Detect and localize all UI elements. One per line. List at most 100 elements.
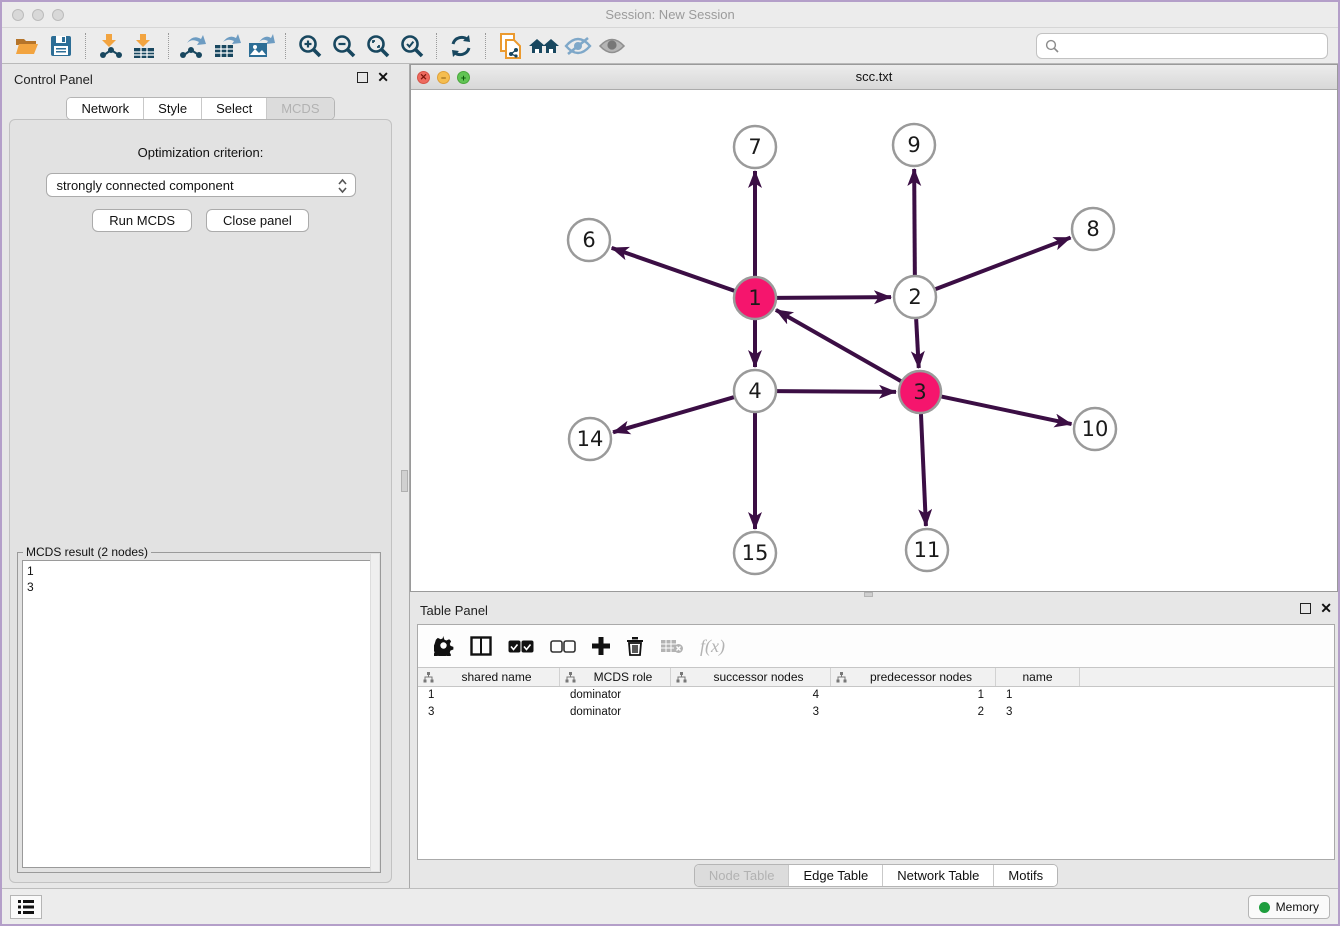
cell-mcds-role[interactable]: dominator xyxy=(560,687,671,704)
edge-1-6[interactable] xyxy=(612,248,735,291)
optimization-criterion-label: Optimization criterion: xyxy=(10,145,391,160)
graph-node-8[interactable]: 8 xyxy=(1072,208,1114,250)
edge-2-3[interactable] xyxy=(916,319,919,368)
search-field[interactable] xyxy=(1036,33,1328,59)
deselect-all-checkboxes-button[interactable] xyxy=(550,640,576,653)
delete-table-button[interactable] xyxy=(660,638,684,654)
edge-4-14[interactable] xyxy=(613,397,734,432)
task-history-button[interactable] xyxy=(10,895,42,919)
float-panel-icon[interactable] xyxy=(1300,603,1311,614)
vertical-splitter[interactable] xyxy=(399,64,410,890)
graph-node-11[interactable]: 11 xyxy=(906,529,948,571)
graph-node-4[interactable]: 4 xyxy=(734,370,776,412)
dropdown-stepper-icon xyxy=(338,178,347,197)
memory-button[interactable]: Memory xyxy=(1248,895,1330,919)
graph-node-15[interactable]: 15 xyxy=(734,532,776,574)
edge-4-3[interactable] xyxy=(777,391,896,392)
graph-node-6[interactable]: 6 xyxy=(568,219,610,261)
zoom-fit-button[interactable] xyxy=(361,31,395,61)
table-tab-motifs[interactable]: Motifs xyxy=(994,865,1057,886)
zoom-out-icon xyxy=(331,33,357,59)
edge-3-11[interactable] xyxy=(921,414,926,526)
column-header-successor-nodes[interactable]: successor nodes xyxy=(671,668,831,686)
graph-node-3[interactable]: 3 xyxy=(899,371,941,413)
edge-3-10[interactable] xyxy=(942,397,1072,424)
delete-column-button[interactable] xyxy=(626,636,644,656)
cell-successor-nodes[interactable]: 3 xyxy=(671,704,831,721)
table-row-2[interactable]: 3dominator323 xyxy=(418,704,1334,721)
mcds-result-text[interactable]: 1 3 xyxy=(22,560,376,868)
export-image-icon xyxy=(247,33,275,59)
network-window-titlebar[interactable]: ✕ − + scc.txt xyxy=(411,65,1337,90)
tab-style[interactable]: Style xyxy=(144,98,202,119)
mcds-result-group: MCDS result (2 nodes) 1 3 xyxy=(17,552,381,873)
export-table-button[interactable] xyxy=(210,31,244,61)
network-canvas[interactable]: 1 2 3 4 6 7 8 9 10 11 14 15 xyxy=(411,90,1337,591)
cell-predecessor-nodes[interactable]: 1 xyxy=(831,687,996,704)
select-all-checkboxes-button[interactable] xyxy=(508,640,534,653)
cell-predecessor-nodes[interactable]: 2 xyxy=(831,704,996,721)
cell-successor-nodes[interactable]: 4 xyxy=(671,687,831,704)
refresh-layout-button[interactable] xyxy=(444,31,478,61)
table-tab-node-table[interactable]: Node Table xyxy=(695,865,790,886)
table-row-1[interactable]: 1dominator411 xyxy=(418,687,1334,704)
cell-shared-name[interactable]: 1 xyxy=(418,687,560,704)
first-neighbors-button[interactable] xyxy=(493,31,527,61)
splitter-grip[interactable] xyxy=(401,470,408,492)
show-panels-button[interactable] xyxy=(595,31,629,61)
float-panel-icon[interactable] xyxy=(357,72,368,83)
zoom-selected-button[interactable] xyxy=(395,31,429,61)
svg-text:6: 6 xyxy=(582,228,595,252)
column-header-mcds-role[interactable]: MCDS role xyxy=(560,668,671,686)
edge-2-8[interactable] xyxy=(936,238,1071,290)
column-header-shared-name[interactable]: shared name xyxy=(418,668,560,686)
function-builder-button[interactable]: f(x) xyxy=(700,636,725,657)
zoom-selected-icon xyxy=(399,33,425,59)
zoom-in-button[interactable] xyxy=(293,31,327,61)
save-session-button[interactable] xyxy=(44,31,78,61)
table-panel-title: Table Panel xyxy=(420,603,488,618)
import-table-button[interactable] xyxy=(127,31,161,61)
export-network-button[interactable] xyxy=(176,31,210,61)
graph-node-10[interactable]: 10 xyxy=(1074,408,1116,450)
column-selector-button[interactable] xyxy=(470,636,492,656)
edge-2-9[interactable] xyxy=(914,169,915,275)
mcds-result-scrollbar[interactable] xyxy=(370,554,379,871)
plus-icon xyxy=(592,637,610,655)
add-column-button[interactable] xyxy=(592,637,610,655)
close-panel-button[interactable]: Close panel xyxy=(206,209,309,232)
cell-shared-name[interactable]: 3 xyxy=(418,704,560,721)
cell-name[interactable]: 3 xyxy=(996,704,1080,721)
table-tab-edge-table[interactable]: Edge Table xyxy=(789,865,883,886)
column-header-predecessor-nodes[interactable]: predecessor nodes xyxy=(831,668,996,686)
cell-mcds-role[interactable]: dominator xyxy=(560,704,671,721)
open-session-button[interactable] xyxy=(10,31,44,61)
edge-3-1[interactable] xyxy=(776,310,901,381)
criterion-dropdown[interactable]: strongly connected component xyxy=(46,173,356,197)
search-input[interactable] xyxy=(1059,35,1327,57)
export-image-button[interactable] xyxy=(244,31,278,61)
column-header-name[interactable]: name xyxy=(996,668,1080,686)
cell-name[interactable]: 1 xyxy=(996,687,1080,704)
run-mcds-button[interactable]: Run MCDS xyxy=(92,209,192,232)
graph-node-1[interactable]: 1 xyxy=(734,277,776,319)
tab-mcds[interactable]: MCDS xyxy=(267,98,333,119)
table-tab-network-table[interactable]: Network Table xyxy=(883,865,994,886)
close-panel-icon[interactable]: ✕ xyxy=(377,72,389,83)
zoom-out-button[interactable] xyxy=(327,31,361,61)
graph-node-7[interactable]: 7 xyxy=(734,126,776,168)
graph-node-2[interactable]: 2 xyxy=(894,276,936,318)
home-button[interactable] xyxy=(527,31,561,61)
edge-1-2[interactable] xyxy=(777,297,891,298)
close-panel-icon[interactable]: ✕ xyxy=(1320,603,1332,614)
tab-select[interactable]: Select xyxy=(202,98,267,119)
main-titlebar: Session: New Session xyxy=(2,2,1338,28)
graph-node-14[interactable]: 14 xyxy=(569,418,611,460)
graph-node-9[interactable]: 9 xyxy=(893,124,935,166)
tab-network[interactable]: Network xyxy=(67,98,144,119)
import-network-button[interactable] xyxy=(93,31,127,61)
node-table: f(x) shared nameMCDS rolesuccessor nodes… xyxy=(417,624,1335,860)
hide-panels-button[interactable] xyxy=(561,31,595,61)
table-settings-button[interactable] xyxy=(434,636,454,656)
svg-text:9: 9 xyxy=(907,133,920,157)
